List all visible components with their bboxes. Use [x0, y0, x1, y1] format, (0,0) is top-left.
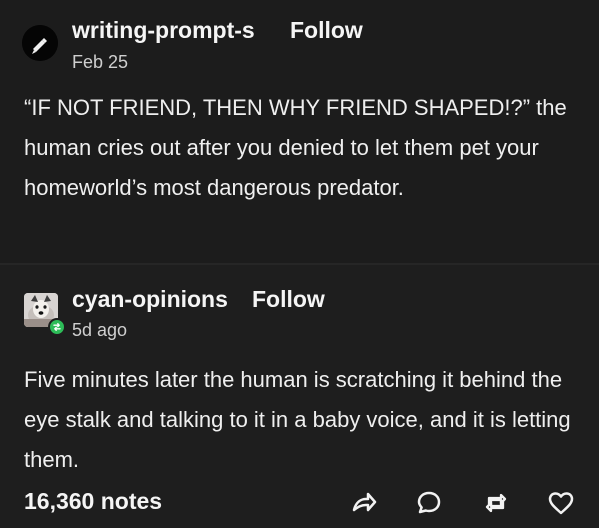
primary-post-text: “IF NOT FRIEND, THEN WHY FRIEND SHAPED!?… — [24, 95, 567, 200]
share-button[interactable] — [348, 488, 378, 518]
primary-username-link[interactable]: writing-prompt-s — [72, 17, 255, 44]
reblog-button[interactable] — [481, 488, 511, 518]
tumblr-post-card: writing-prompt-s Follow Feb 25 “IF NOT F… — [0, 0, 599, 528]
primary-follow-button[interactable]: Follow — [290, 17, 363, 44]
writing-prompt-avatar[interactable] — [22, 25, 58, 61]
reply-username-link[interactable]: cyan-opinions — [72, 286, 228, 313]
primary-post-date[interactable]: Feb 25 — [72, 52, 128, 73]
pen-nib-icon — [22, 25, 58, 61]
share-icon — [352, 492, 377, 512]
reply-post-date[interactable]: 5d ago — [72, 320, 127, 341]
like-button[interactable] — [546, 488, 576, 518]
like-icon — [548, 492, 574, 515]
reblog-icon — [53, 323, 61, 331]
reply-button[interactable] — [414, 488, 444, 518]
reply-icon — [417, 491, 441, 514]
reblog-icon — [485, 493, 507, 513]
reply-post-text: Five minutes later the human is scratchi… — [24, 367, 571, 472]
reply-follow-button[interactable]: Follow — [252, 286, 325, 313]
reblog-badge — [48, 318, 66, 336]
original-post-block: writing-prompt-s Follow Feb 25 “IF NOT F… — [0, 0, 599, 263]
notes-count[interactable]: 16,360 notes — [24, 488, 162, 515]
